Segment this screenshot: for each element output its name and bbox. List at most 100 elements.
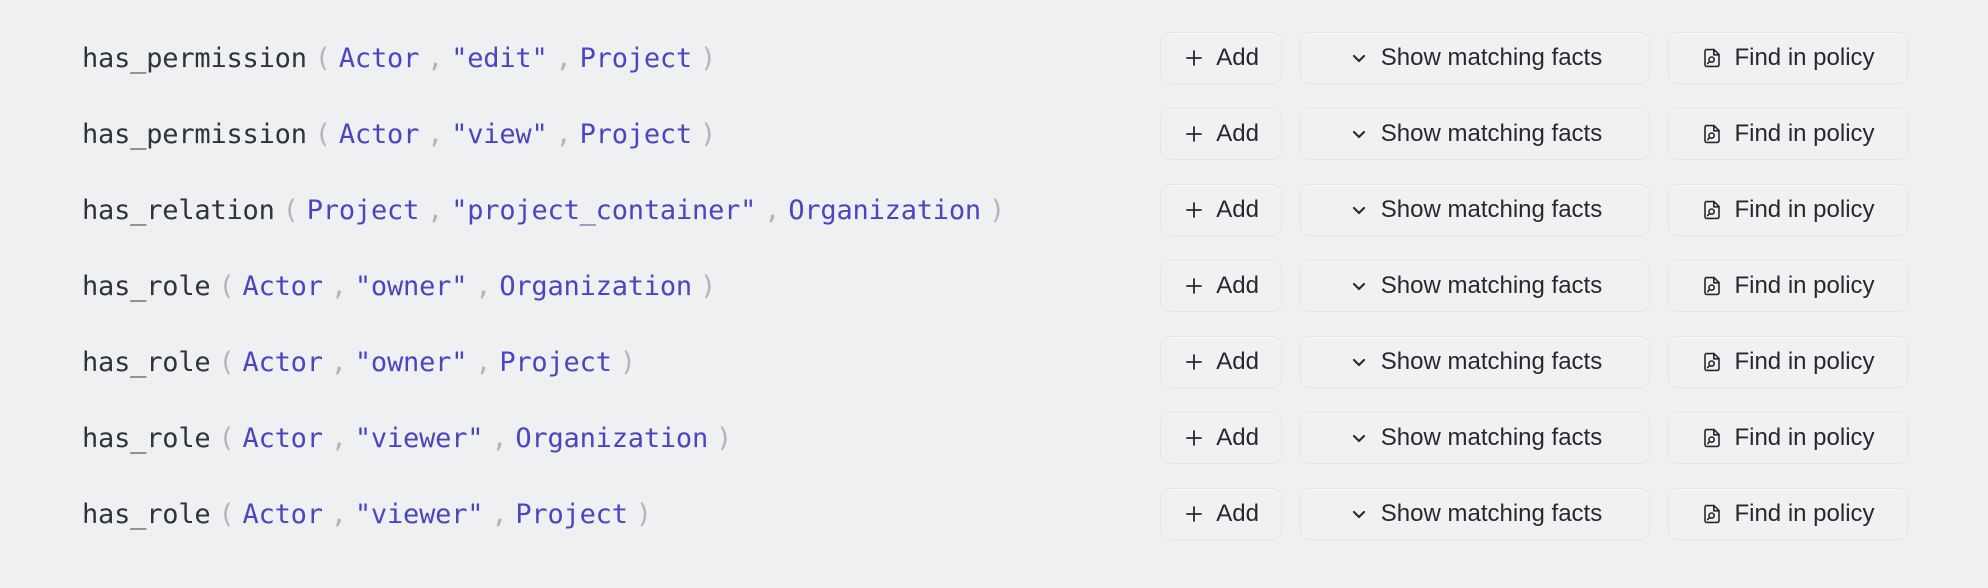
show-matching-facts-button[interactable]: Show matching facts — [1300, 108, 1650, 160]
fact-arg-3: Project — [499, 347, 611, 378]
file-search-icon — [1701, 123, 1723, 145]
plus-icon — [1183, 427, 1205, 449]
fact-arg-2: "owner" — [355, 347, 467, 378]
fact-open-paren: ( — [218, 271, 234, 302]
find-in-policy-button[interactable]: Find in policy — [1668, 336, 1908, 388]
add-button[interactable]: Add — [1160, 32, 1282, 84]
fact-comma-1: , — [331, 499, 347, 530]
fact-row: has_role(Actor,"viewer",Project) Add — [0, 476, 1988, 552]
fact-row: has_permission(Actor,"edit",Project) Add — [0, 20, 1988, 96]
file-search-icon — [1701, 503, 1723, 525]
show-matching-facts-button[interactable]: Show matching facts — [1300, 184, 1650, 236]
fact-row-actions: Add Show matching facts — [1160, 260, 1908, 312]
plus-icon — [1183, 275, 1205, 297]
file-search-icon — [1701, 199, 1723, 221]
show-matching-facts-label: Show matching facts — [1381, 350, 1602, 374]
fact-predicate: has_role — [82, 423, 210, 454]
plus-icon — [1183, 503, 1205, 525]
fact-open-paren: ( — [315, 43, 331, 74]
find-in-policy-label: Find in policy — [1734, 274, 1874, 298]
plus-icon — [1183, 199, 1205, 221]
fact-arg-3: Project — [580, 119, 692, 150]
fact-comma-1: , — [331, 271, 347, 302]
fact-arg-3: Organization — [515, 423, 708, 454]
find-in-policy-button[interactable]: Find in policy — [1668, 32, 1908, 84]
find-in-policy-button[interactable]: Find in policy — [1668, 412, 1908, 464]
fact-predicate: has_relation — [82, 195, 275, 226]
fact-arg-3: Organization — [788, 195, 981, 226]
find-in-policy-label: Find in policy — [1734, 46, 1874, 70]
fact-expression: has_relation(Project,"project_container"… — [82, 197, 1160, 224]
fact-arg-3: Project — [515, 499, 627, 530]
fact-row-actions: Add Show matching facts — [1160, 336, 1908, 388]
show-matching-facts-label: Show matching facts — [1381, 426, 1602, 450]
add-button[interactable]: Add — [1160, 336, 1282, 388]
find-in-policy-button[interactable]: Find in policy — [1668, 108, 1908, 160]
fact-row-actions: Add Show matching facts — [1160, 184, 1908, 236]
add-button[interactable]: Add — [1160, 488, 1282, 540]
fact-expression: has_role(Actor,"viewer",Organization) — [82, 425, 1160, 452]
fact-arg-2: "viewer" — [355, 423, 483, 454]
file-search-icon — [1701, 351, 1723, 373]
fact-close-paren: ) — [620, 347, 636, 378]
fact-expression: has_permission(Actor,"view",Project) — [82, 121, 1160, 148]
fact-open-paren: ( — [218, 347, 234, 378]
fact-arg-1: Actor — [339, 43, 419, 74]
fact-arg-2: "viewer" — [355, 499, 483, 530]
fact-row-actions: Add Show matching facts — [1160, 108, 1908, 160]
fact-comma-1: , — [427, 43, 443, 74]
fact-row-actions: Add Show matching facts — [1160, 488, 1908, 540]
fact-predicate: has_permission — [82, 43, 307, 74]
fact-arg-1: Actor — [243, 347, 323, 378]
show-matching-facts-button[interactable]: Show matching facts — [1300, 488, 1650, 540]
show-matching-facts-label: Show matching facts — [1381, 198, 1602, 222]
show-matching-facts-button[interactable]: Show matching facts — [1300, 336, 1650, 388]
find-in-policy-label: Find in policy — [1734, 350, 1874, 374]
show-matching-facts-label: Show matching facts — [1381, 502, 1602, 526]
fact-close-paren: ) — [700, 119, 716, 150]
add-button[interactable]: Add — [1160, 184, 1282, 236]
chevron-down-icon — [1348, 123, 1370, 145]
chevron-down-icon — [1348, 47, 1370, 69]
add-button-label: Add — [1216, 350, 1259, 374]
fact-expression: has_role(Actor,"owner",Organization) — [82, 273, 1160, 300]
find-in-policy-button[interactable]: Find in policy — [1668, 260, 1908, 312]
fact-arg-2: "view" — [451, 119, 547, 150]
fact-close-paren: ) — [716, 423, 732, 454]
show-matching-facts-button[interactable]: Show matching facts — [1300, 412, 1650, 464]
add-button-label: Add — [1216, 502, 1259, 526]
fact-comma-2: , — [475, 271, 491, 302]
show-matching-facts-button[interactable]: Show matching facts — [1300, 32, 1650, 84]
fact-close-paren: ) — [700, 271, 716, 302]
fact-expression: has_role(Actor,"viewer",Project) — [82, 501, 1160, 528]
show-matching-facts-button[interactable]: Show matching facts — [1300, 260, 1650, 312]
fact-row: has_role ( Actor, "owner", Project) Add — [0, 324, 1988, 400]
file-search-icon — [1701, 427, 1723, 449]
fact-comma-1: , — [331, 423, 347, 454]
add-button[interactable]: Add — [1160, 260, 1282, 312]
fact-arg-2: "edit" — [451, 43, 547, 74]
fact-comma-1: , — [331, 347, 347, 378]
find-in-policy-button[interactable]: Find in policy — [1668, 488, 1908, 540]
fact-row-actions: Add Show matching facts — [1160, 32, 1908, 84]
add-button-label: Add — [1216, 46, 1259, 70]
chevron-down-icon — [1348, 275, 1370, 297]
file-search-icon — [1701, 275, 1723, 297]
chevron-down-icon — [1348, 503, 1370, 525]
fact-open-paren: ( — [218, 499, 234, 530]
fact-predicate: has_role — [82, 347, 210, 378]
add-button-label: Add — [1216, 122, 1259, 146]
fact-comma-2: , — [475, 347, 491, 378]
fact-arg-1: Project — [307, 195, 419, 226]
add-button-label: Add — [1216, 426, 1259, 450]
add-button[interactable]: Add — [1160, 108, 1282, 160]
fact-arg-1: Actor — [339, 119, 419, 150]
plus-icon — [1183, 47, 1205, 69]
fact-open-paren: ( — [218, 423, 234, 454]
add-button[interactable]: Add — [1160, 412, 1282, 464]
add-button-label: Add — [1216, 274, 1259, 298]
fact-comma-2: , — [491, 423, 507, 454]
find-in-policy-button[interactable]: Find in policy — [1668, 184, 1908, 236]
fact-row: has_relation(Project,"project_container"… — [0, 172, 1988, 248]
fact-row: has_permission(Actor,"view",Project) Add — [0, 96, 1988, 172]
